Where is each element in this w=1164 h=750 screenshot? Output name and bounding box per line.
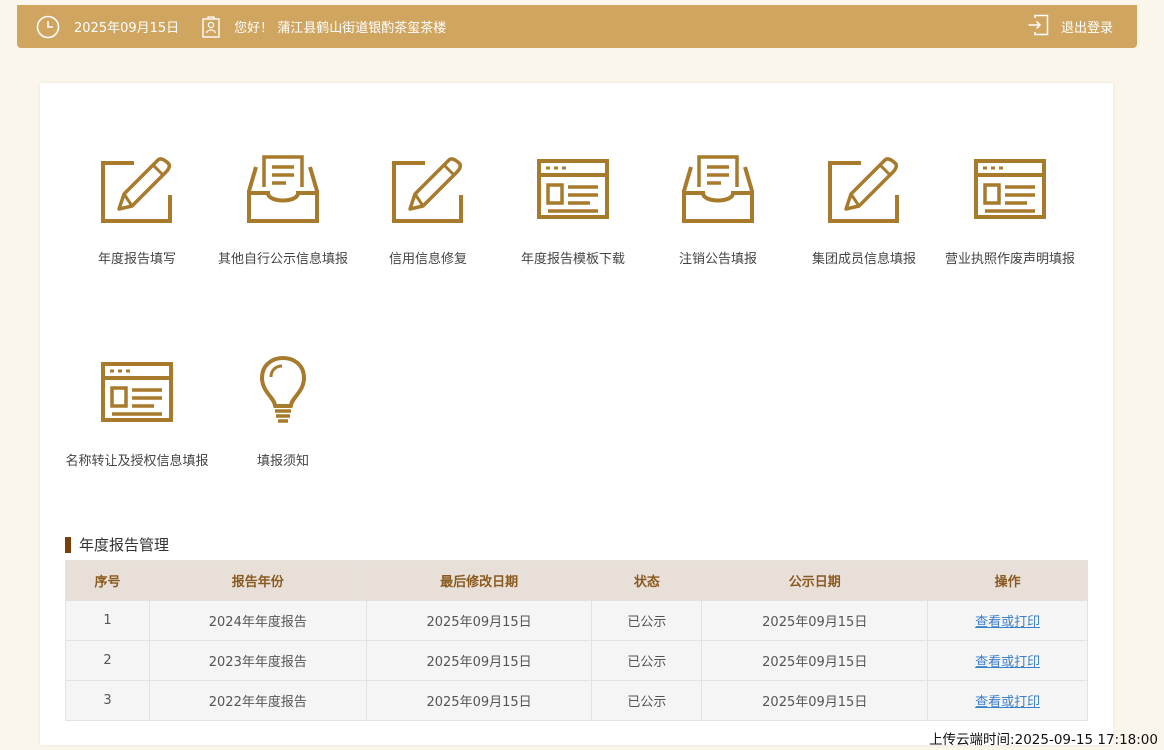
column-header: 报告年份 — [148, 560, 367, 601]
browser-window-icon — [974, 159, 1046, 219]
upload-time: 上传云端时间:2025-09-15 17:18:00 — [929, 732, 1158, 748]
annual-report-table: 序号 报告年份 最后修改日期 状态 公示日期 操作 1 2024年年度报告 20… — [65, 560, 1088, 721]
tile-deregistration-notice[interactable]: 注销公告填报 — [645, 153, 791, 269]
table-header-row: 序号 报告年份 最后修改日期 状态 公示日期 操作 — [65, 560, 1088, 601]
tile-label: 名称转让及授权信息填报 — [65, 454, 209, 469]
cell-status: 已公示 — [591, 640, 703, 681]
cell-no: 2 — [65, 640, 150, 681]
table-row: 2 2023年年度报告 2025年09月15日 已公示 2025年09月15日 … — [65, 640, 1088, 681]
greeting-text: 您好！ 蒲江县鹤山街道银酌茶玺茶楼 — [234, 21, 447, 36]
column-header: 最后修改日期 — [365, 560, 593, 601]
view-print-link[interactable]: 查看或打印 — [975, 655, 1040, 670]
cell-modified: 2025年09月15日 — [365, 600, 593, 641]
logout-label: 退出登录 — [1060, 21, 1113, 36]
column-header: 公示日期 — [701, 560, 929, 601]
tile-other-disclosure[interactable]: 其他自行公示信息填报 — [210, 153, 356, 269]
pencil-edit-icon — [101, 157, 172, 223]
cell-no: 1 — [65, 600, 150, 641]
tile-template-download[interactable]: 年度报告模板下载 — [500, 153, 646, 269]
section-title: 年度报告管理 — [65, 534, 169, 555]
tile-label: 信用信息修复 — [388, 252, 467, 267]
view-print-link[interactable]: 查看或打印 — [975, 695, 1040, 710]
cell-year: 2022年年度报告 — [148, 680, 367, 721]
tile-annual-report-fill[interactable]: 年度报告填写 — [64, 153, 210, 269]
cell-published: 2025年09月15日 — [701, 600, 929, 641]
tile-license-void[interactable]: 营业执照作废声明填报 — [937, 153, 1083, 269]
tile-label: 其他自行公示信息填报 — [217, 252, 348, 267]
main-card: 年度报告填写 其他自行公示信息填报 信用信息修复 年度报告模板下载 注销公告填报… — [40, 83, 1113, 745]
tile-label: 填报须知 — [256, 454, 309, 469]
current-date: 2025年09月15日 — [74, 21, 180, 36]
clock-icon — [36, 15, 60, 39]
cell-status: 已公示 — [591, 680, 703, 721]
table-row: 1 2024年年度报告 2025年09月15日 已公示 2025年09月15日 … — [65, 600, 1088, 641]
view-print-link[interactable]: 查看或打印 — [975, 615, 1040, 630]
cell-action: 查看或打印 — [927, 640, 1088, 681]
pencil-edit-icon — [392, 157, 463, 223]
pencil-edit-icon — [828, 157, 899, 223]
logout-button[interactable]: 退出登录 — [1027, 5, 1113, 48]
column-header: 操作 — [927, 560, 1088, 601]
table-row: 3 2022年年度报告 2025年09月15日 已公示 2025年09月15日 … — [65, 680, 1088, 721]
cell-status: 已公示 — [591, 600, 703, 641]
cell-no: 3 — [65, 680, 150, 721]
section-title-text: 年度报告管理 — [79, 536, 170, 554]
top-bar: 2025年09月15日 您好！ 蒲江县鹤山街道银酌茶玺茶楼 退出登录 — [17, 5, 1137, 48]
tile-label: 集团成员信息填报 — [811, 252, 916, 267]
cell-published: 2025年09月15日 — [701, 680, 929, 721]
column-header: 序号 — [65, 560, 150, 601]
browser-window-icon — [537, 159, 609, 219]
section-marker — [65, 536, 71, 553]
inbox-document-icon — [247, 155, 319, 223]
column-header: 状态 — [591, 560, 703, 601]
cell-action: 查看或打印 — [927, 600, 1088, 641]
user-badge-icon — [201, 15, 221, 38]
cell-year: 2024年年度报告 — [148, 600, 367, 641]
inbox-document-icon — [682, 155, 754, 223]
browser-window-icon — [101, 362, 173, 422]
tile-label: 营业执照作废声明填报 — [944, 252, 1075, 267]
tile-label: 年度报告模板下载 — [520, 252, 625, 267]
cell-modified: 2025年09月15日 — [365, 680, 593, 721]
tile-name-transfer[interactable]: 名称转让及授权信息填报 — [64, 356, 210, 471]
cell-action: 查看或打印 — [927, 680, 1088, 721]
tile-label: 年度报告填写 — [97, 252, 176, 267]
lightbulb-icon — [260, 356, 306, 423]
logout-icon — [1027, 14, 1049, 40]
cell-modified: 2025年09月15日 — [365, 640, 593, 681]
tile-credit-repair[interactable]: 信用信息修复 — [355, 153, 501, 269]
tile-instructions[interactable]: 填报须知 — [210, 356, 356, 471]
page: 2025年09月15日 您好！ 蒲江县鹤山街道银酌茶玺茶楼 退出登录 年度报告填… — [0, 0, 1164, 750]
cell-year: 2023年年度报告 — [148, 640, 367, 681]
tile-group-members[interactable]: 集团成员信息填报 — [791, 153, 937, 269]
tile-label: 注销公告填报 — [678, 252, 757, 267]
cell-published: 2025年09月15日 — [701, 640, 929, 681]
